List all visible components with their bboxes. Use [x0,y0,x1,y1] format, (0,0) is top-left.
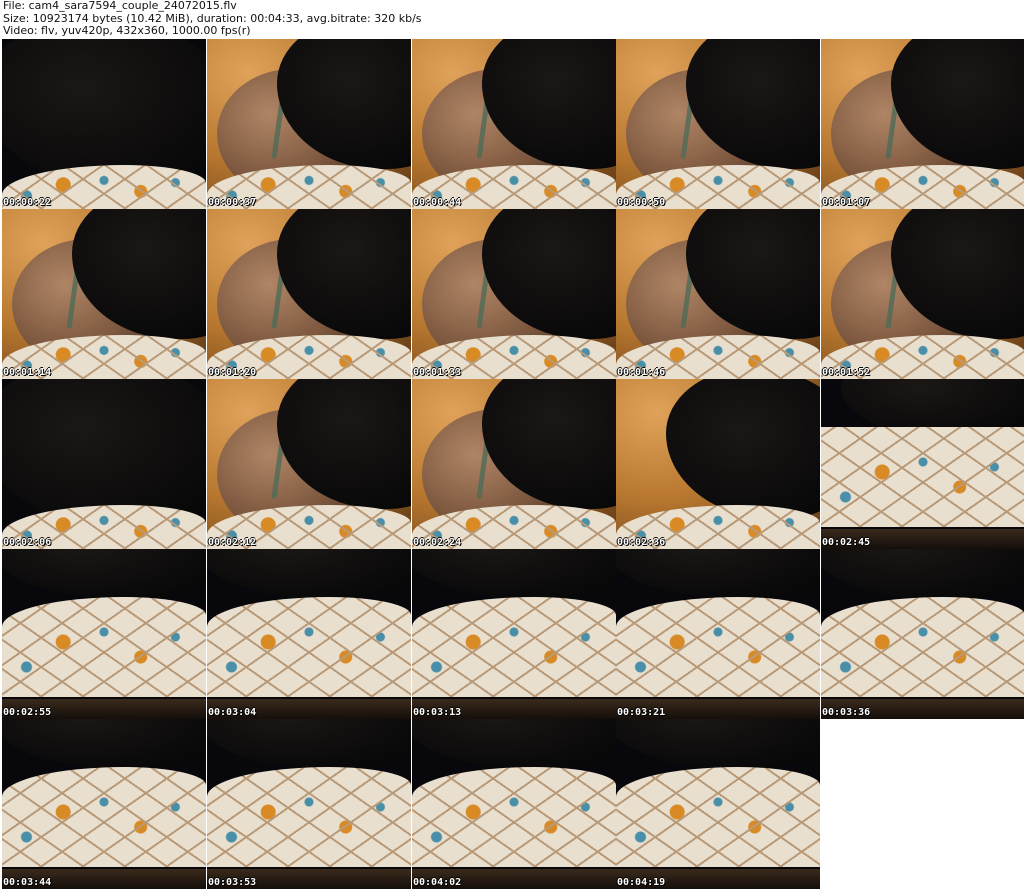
video-thumbnail[interactable]: 00:02:36 [616,379,820,549]
timestamp-label: 00:03:04 [208,707,257,718]
timestamp-label: 00:01:52 [822,367,871,378]
hair [412,719,616,769]
timestamp-label: 00:03:53 [208,877,257,888]
timestamp-label: 00:02:24 [413,537,462,548]
blanket [616,767,820,867]
timestamp-label: 00:00:22 [3,197,52,208]
video-thumbnail[interactable]: 00:03:53 [207,719,411,889]
video-thumbnail[interactable]: 00:02:24 [412,379,616,549]
video-thumbnail[interactable]: 00:03:04 [207,549,411,719]
timestamp-label: 00:03:13 [413,707,462,718]
blanket [821,427,1024,527]
hair [616,549,820,599]
timestamp-label: 00:03:21 [617,707,666,718]
video-thumbnail[interactable]: 00:00:22 [2,39,206,209]
timestamp-label: 00:03:36 [822,707,871,718]
blanket [821,597,1024,697]
timestamp-label: 00:04:02 [413,877,462,888]
video-thumbnail[interactable]: 00:04:19 [616,719,820,889]
video-thumbnail[interactable]: 00:01:46 [616,209,820,379]
timestamp-label: 00:02:36 [617,537,666,548]
blanket [2,597,206,697]
timestamp-label: 00:04:19 [617,877,666,888]
video-thumbnail[interactable]: 00:03:21 [616,549,820,719]
blanket [207,597,411,697]
hair [207,549,411,599]
timestamp-label: 00:02:06 [3,537,52,548]
video-thumbnail[interactable]: 00:01:14 [2,209,206,379]
timestamp-label: 00:01:33 [413,367,462,378]
video-thumbnail[interactable]: 00:01:33 [412,209,616,379]
video-thumbnail[interactable]: 00:02:55 [2,549,206,719]
video-thumbnail[interactable]: 00:00:44 [412,39,616,209]
hair [821,549,1024,599]
video-thumbnail[interactable]: 00:00:50 [616,39,820,209]
timestamp-label: 00:02:55 [3,707,52,718]
video-thumbnail[interactable]: 00:01:52 [821,209,1024,379]
video-thumbnail[interactable]: 00:03:44 [2,719,206,889]
file-name-line: File: cam4_sara7594_couple_24072015.flv [3,0,237,12]
timestamp-label: 00:01:46 [617,367,666,378]
timestamp-label: 00:01:07 [822,197,871,208]
video-thumbnail[interactable]: 00:02:06 [2,379,206,549]
timestamp-label: 00:02:45 [822,537,871,548]
hair [2,549,206,599]
video-thumbnail[interactable]: 00:02:12 [207,379,411,549]
video-thumbnail[interactable]: 00:03:13 [412,549,616,719]
blanket [412,597,616,697]
video-thumbnail[interactable]: 00:02:45 [821,379,1024,549]
blanket [616,597,820,697]
file-info-header: File: cam4_sara7594_couple_24072015.flv … [0,0,1024,38]
video-thumbnail[interactable]: 00:03:36 [821,549,1024,719]
video-thumbnail[interactable]: 00:01:07 [821,39,1024,209]
blanket [412,767,616,867]
timestamp-label: 00:01:14 [3,367,52,378]
timestamp-label: 00:02:12 [208,537,257,548]
hair [412,549,616,599]
timestamp-label: 00:00:50 [617,197,666,208]
video-info-line: Video: flv, yuv420p, 432x360, 1000.00 fp… [3,24,251,37]
video-thumbnail[interactable]: 00:01:20 [207,209,411,379]
blanket [2,767,206,867]
blanket [207,767,411,867]
timestamp-label: 00:00:44 [413,197,462,208]
video-thumbnail[interactable]: 00:00:37 [207,39,411,209]
timestamp-label: 00:00:37 [208,197,257,208]
timestamp-label: 00:01:20 [208,367,257,378]
video-thumbnail[interactable]: 00:04:02 [412,719,616,889]
hair [207,719,411,769]
hair [616,719,820,769]
timestamp-label: 00:03:44 [3,877,52,888]
hair [2,719,206,769]
